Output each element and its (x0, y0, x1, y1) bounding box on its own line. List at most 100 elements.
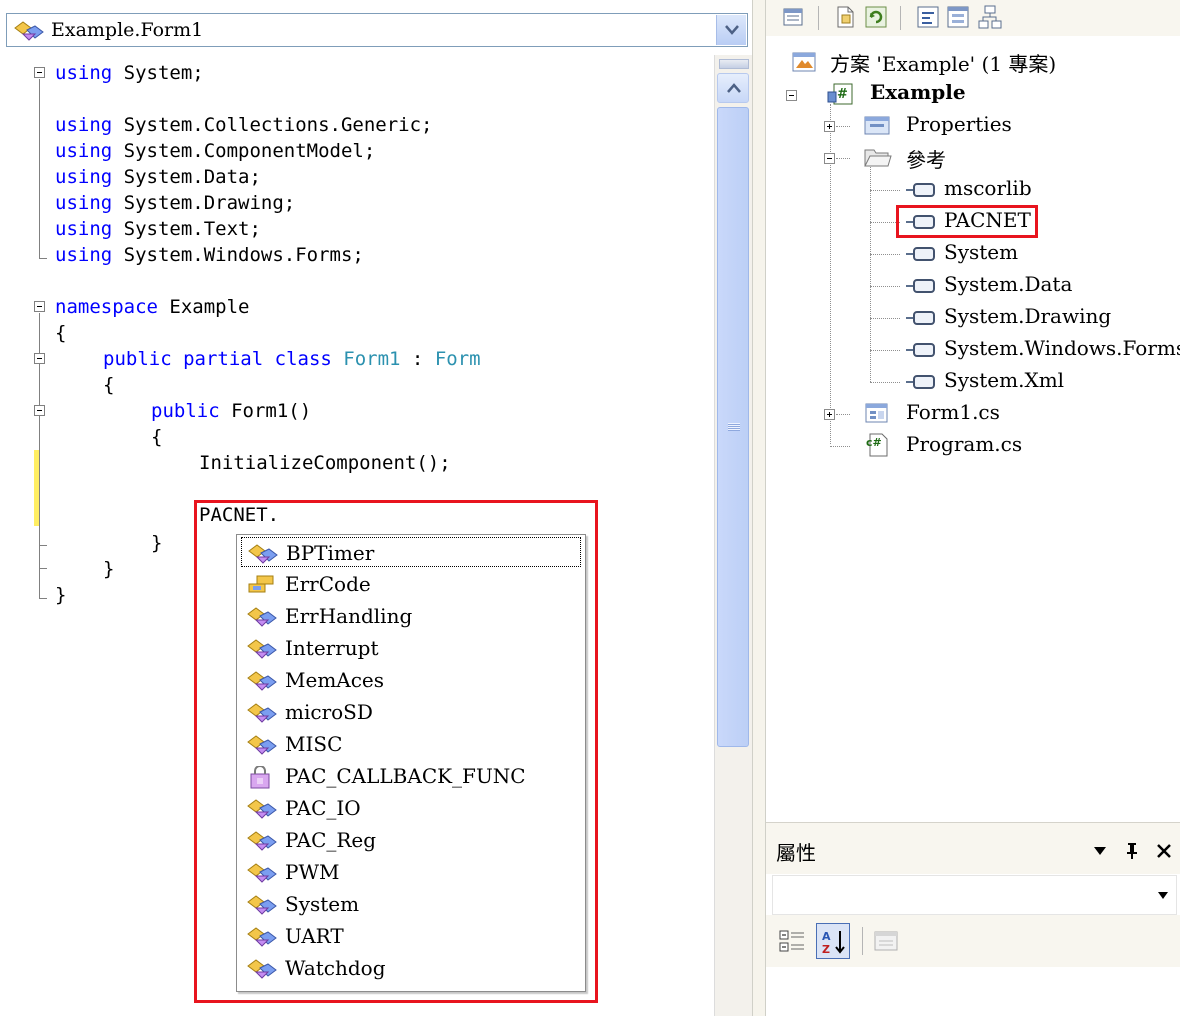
intellisense-item[interactable]: PAC_IO (241, 793, 581, 823)
tree-connector (870, 254, 900, 255)
intellisense-item-label: PWM (285, 860, 340, 884)
sort-alphabetical-icon: AZ (822, 930, 845, 956)
reference-icon (906, 343, 935, 357)
reference-node[interactable]: System.Xml (944, 368, 1064, 392)
tree-connector (870, 350, 900, 351)
class-diagram-icon[interactable] (976, 3, 1004, 31)
class-icon (247, 735, 277, 755)
code-line-brace: { (103, 374, 115, 396)
collapse-toggle[interactable] (786, 90, 797, 101)
intellisense-item-label: PAC_CALLBACK_FUNC (285, 764, 526, 788)
reference-node[interactable]: System.Drawing (944, 304, 1111, 328)
toolbar-separator (818, 6, 819, 30)
scroll-thumb[interactable] (717, 107, 749, 747)
properties-title: 屬性 (776, 841, 816, 865)
fold-toggle-usings[interactable] (34, 67, 45, 78)
tree-connector (870, 382, 900, 383)
categorized-icon[interactable] (778, 927, 806, 955)
code-line: using System.Data; (55, 166, 261, 188)
chevron-down-icon[interactable] (1158, 892, 1168, 899)
intellisense-item-label: System (285, 892, 360, 916)
fold-toggle-class[interactable] (34, 353, 45, 364)
property-pages-icon[interactable] (872, 927, 900, 955)
reference-node[interactable]: System (944, 240, 1018, 264)
class-icon (14, 21, 44, 41)
intellisense-item[interactable]: PAC_CALLBACK_FUNC (241, 761, 581, 791)
reference-node[interactable]: System.Data (944, 272, 1072, 296)
properties-view-icon[interactable] (780, 3, 808, 31)
class-selector-value: Example.Form1 (51, 19, 204, 41)
show-all-files-icon[interactable] (832, 3, 860, 31)
class-icon (248, 544, 278, 564)
panel-splitter[interactable] (752, 0, 766, 1016)
class-selector-combo[interactable]: Example.Form1 (6, 13, 748, 47)
alphabetical-button[interactable]: AZ (816, 923, 850, 959)
panel-window-buttons[interactable] (1093, 837, 1172, 861)
class-icon (247, 639, 277, 659)
form-icon (865, 403, 888, 423)
fold-toggle-namespace[interactable] (34, 301, 45, 312)
csharp-file-icon: c# (866, 433, 888, 457)
splitter-handle[interactable] (719, 59, 749, 69)
program-node[interactable]: Program.cs (906, 432, 1022, 456)
view-code-icon[interactable] (914, 3, 942, 31)
outline-line (39, 79, 40, 258)
reference-node[interactable]: System.Windows.Forms (944, 336, 1180, 360)
class-selector-dropdown-button[interactable] (716, 15, 746, 45)
intellisense-item[interactable]: PAC_Reg (241, 825, 581, 855)
svg-text:c#: c# (866, 436, 882, 449)
intellisense-item[interactable]: MemAces (241, 665, 581, 695)
editor-vertical-scrollbar[interactable] (714, 55, 752, 1016)
intellisense-item[interactable]: Watchdog (241, 953, 581, 983)
form1-node[interactable]: Form1.cs (906, 400, 1000, 424)
tree-connector (836, 158, 850, 159)
code-line: using System.Windows.Forms; (55, 244, 364, 266)
delegate-icon (250, 766, 270, 789)
close-icon[interactable] (1156, 843, 1172, 859)
intellisense-item[interactable]: microSD (241, 697, 581, 727)
intellisense-item-label: MISC (285, 732, 343, 756)
code-line-brace: } (55, 584, 67, 606)
class-icon (247, 895, 277, 915)
class-icon (247, 799, 277, 819)
svg-text:Z: Z (822, 943, 830, 956)
intellisense-item[interactable]: PWM (241, 857, 581, 887)
intellisense-list[interactable]: BPTimer ErrCode ErrHandling Interrupt MemAce… (236, 534, 586, 992)
code-line-namespace: namespace Example (55, 296, 250, 318)
reference-node[interactable]: mscorlib (944, 176, 1032, 200)
pin-icon[interactable] (1124, 842, 1140, 860)
tree-connector (836, 126, 850, 127)
properties-node[interactable]: Properties (906, 112, 1012, 136)
solution-explorer-toolbar (766, 0, 1180, 36)
svg-text:#: # (837, 87, 848, 102)
code-line-brace: } (103, 558, 115, 580)
refresh-icon[interactable] (862, 3, 890, 31)
expand-toggle[interactable] (824, 409, 835, 420)
tree-connector (870, 318, 900, 319)
class-icon (247, 927, 277, 947)
dropdown-arrow-icon[interactable] (1093, 846, 1107, 856)
intellisense-item[interactable]: UART (241, 921, 581, 951)
expand-toggle[interactable] (824, 121, 835, 132)
references-node[interactable]: 參考 (906, 144, 946, 173)
reference-icon (906, 279, 935, 293)
view-designer-icon[interactable] (944, 3, 972, 31)
intellisense-item[interactable]: MISC (241, 729, 581, 759)
tree-connector (870, 190, 900, 191)
intellisense-item[interactable]: System (241, 889, 581, 919)
intellisense-item[interactable]: ErrCode (241, 569, 581, 599)
properties-grid[interactable] (766, 967, 1180, 1016)
intellisense-item[interactable]: Interrupt (241, 633, 581, 663)
fold-toggle-constructor[interactable] (34, 405, 45, 416)
intellisense-item-label: BPTimer (286, 541, 375, 565)
intellisense-item[interactable]: BPTimer (241, 537, 581, 567)
toolbar-separator (900, 6, 901, 30)
solution-node[interactable]: 方案 'Example' (1 專案) (830, 48, 1056, 77)
intellisense-item[interactable]: ErrHandling (241, 601, 581, 631)
properties-object-selector[interactable] (772, 875, 1177, 915)
code-line-brace: { (151, 426, 163, 448)
scroll-up-button[interactable] (717, 73, 749, 103)
collapse-toggle[interactable] (824, 153, 835, 164)
project-node[interactable]: Example (870, 80, 966, 104)
class-icon (247, 671, 277, 691)
